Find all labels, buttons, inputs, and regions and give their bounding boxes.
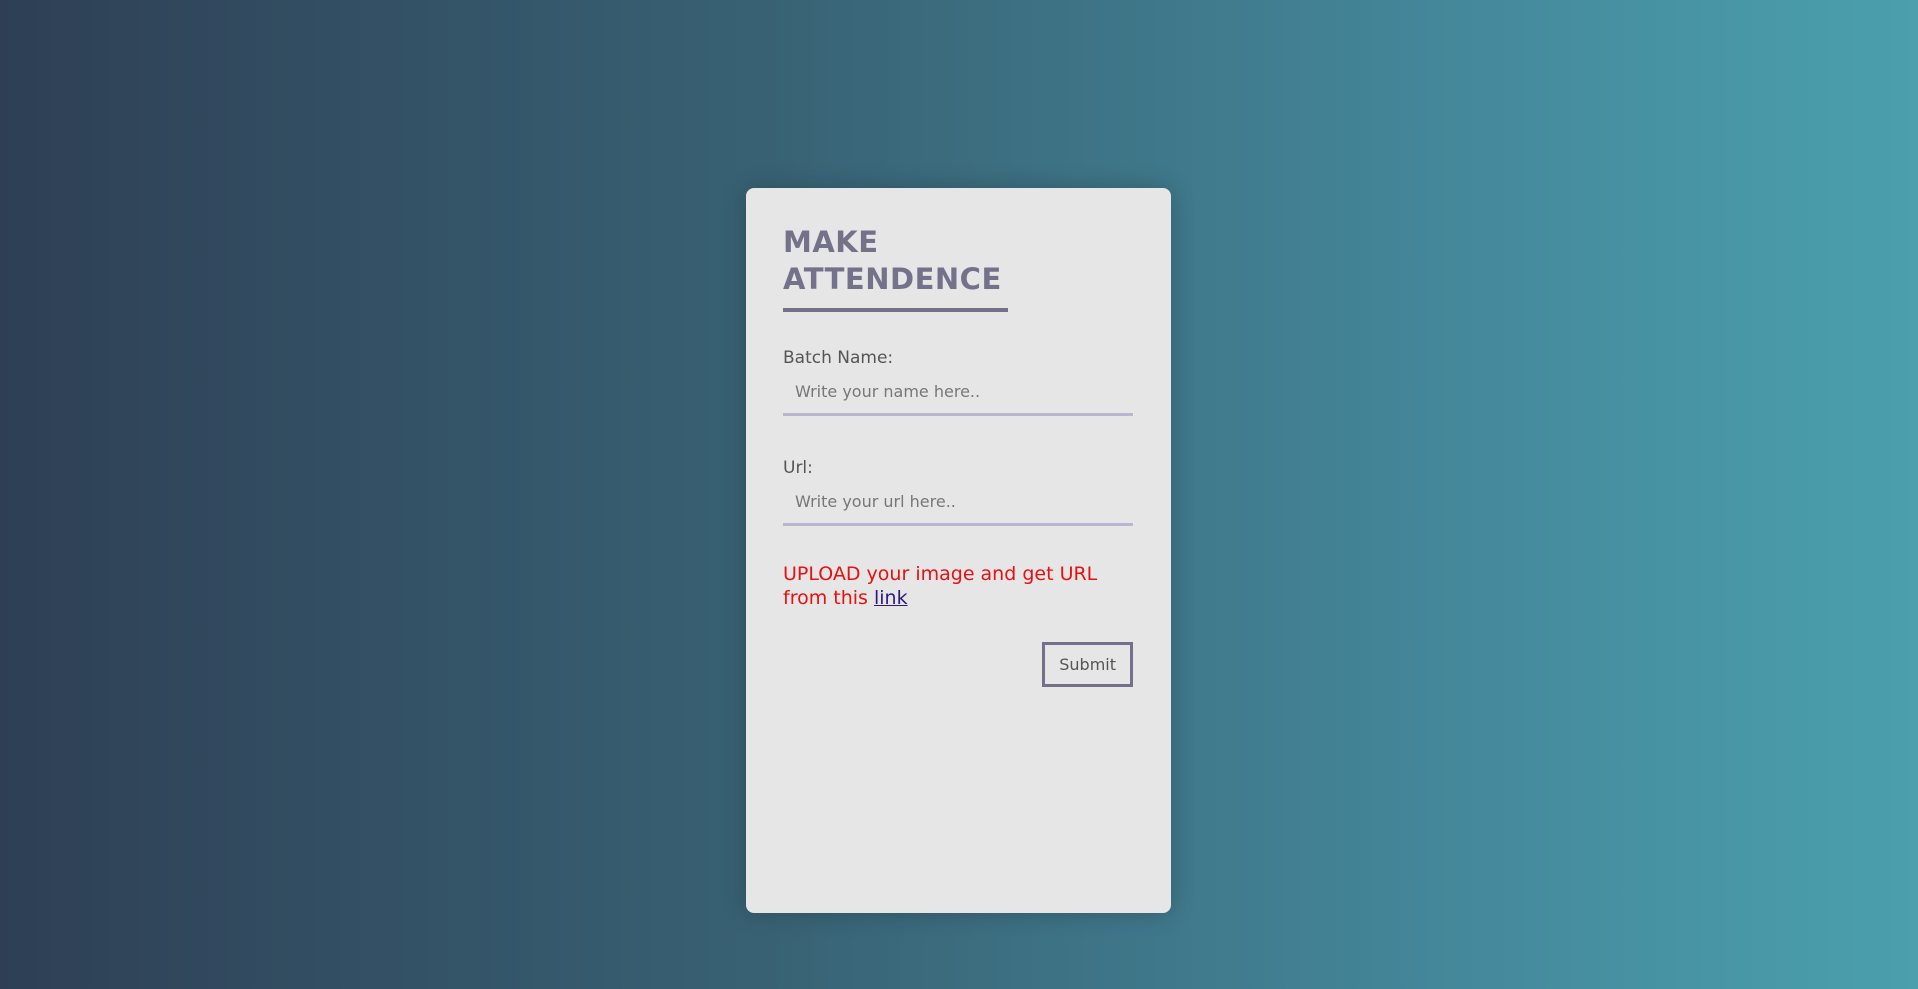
url-label: Url:	[783, 458, 813, 478]
form-title: MAKE ATTENDENCE	[783, 224, 1008, 298]
url-field: Url:	[783, 458, 1133, 526]
form-title-line2: ATTENDENCE	[783, 262, 1002, 296]
batch-name-label: Batch Name:	[783, 348, 894, 368]
form-title-line1: MAKE	[783, 225, 879, 259]
upload-note-text: UPLOAD your image and get URL from this	[783, 563, 1098, 609]
form-title-underline: MAKE ATTENDENCE	[783, 224, 1008, 312]
attendance-form-card: MAKE ATTENDENCE Batch Name: Url: UPLOAD …	[746, 188, 1171, 913]
upload-link[interactable]: link	[874, 587, 908, 609]
batch-name-field: Batch Name:	[783, 348, 1133, 416]
submit-button[interactable]: Submit	[1042, 642, 1133, 687]
batch-name-input[interactable]	[783, 378, 1133, 416]
url-input[interactable]	[783, 488, 1133, 526]
upload-note: UPLOAD your image and get URL from this …	[783, 562, 1133, 610]
form-actions: Submit	[783, 642, 1133, 687]
